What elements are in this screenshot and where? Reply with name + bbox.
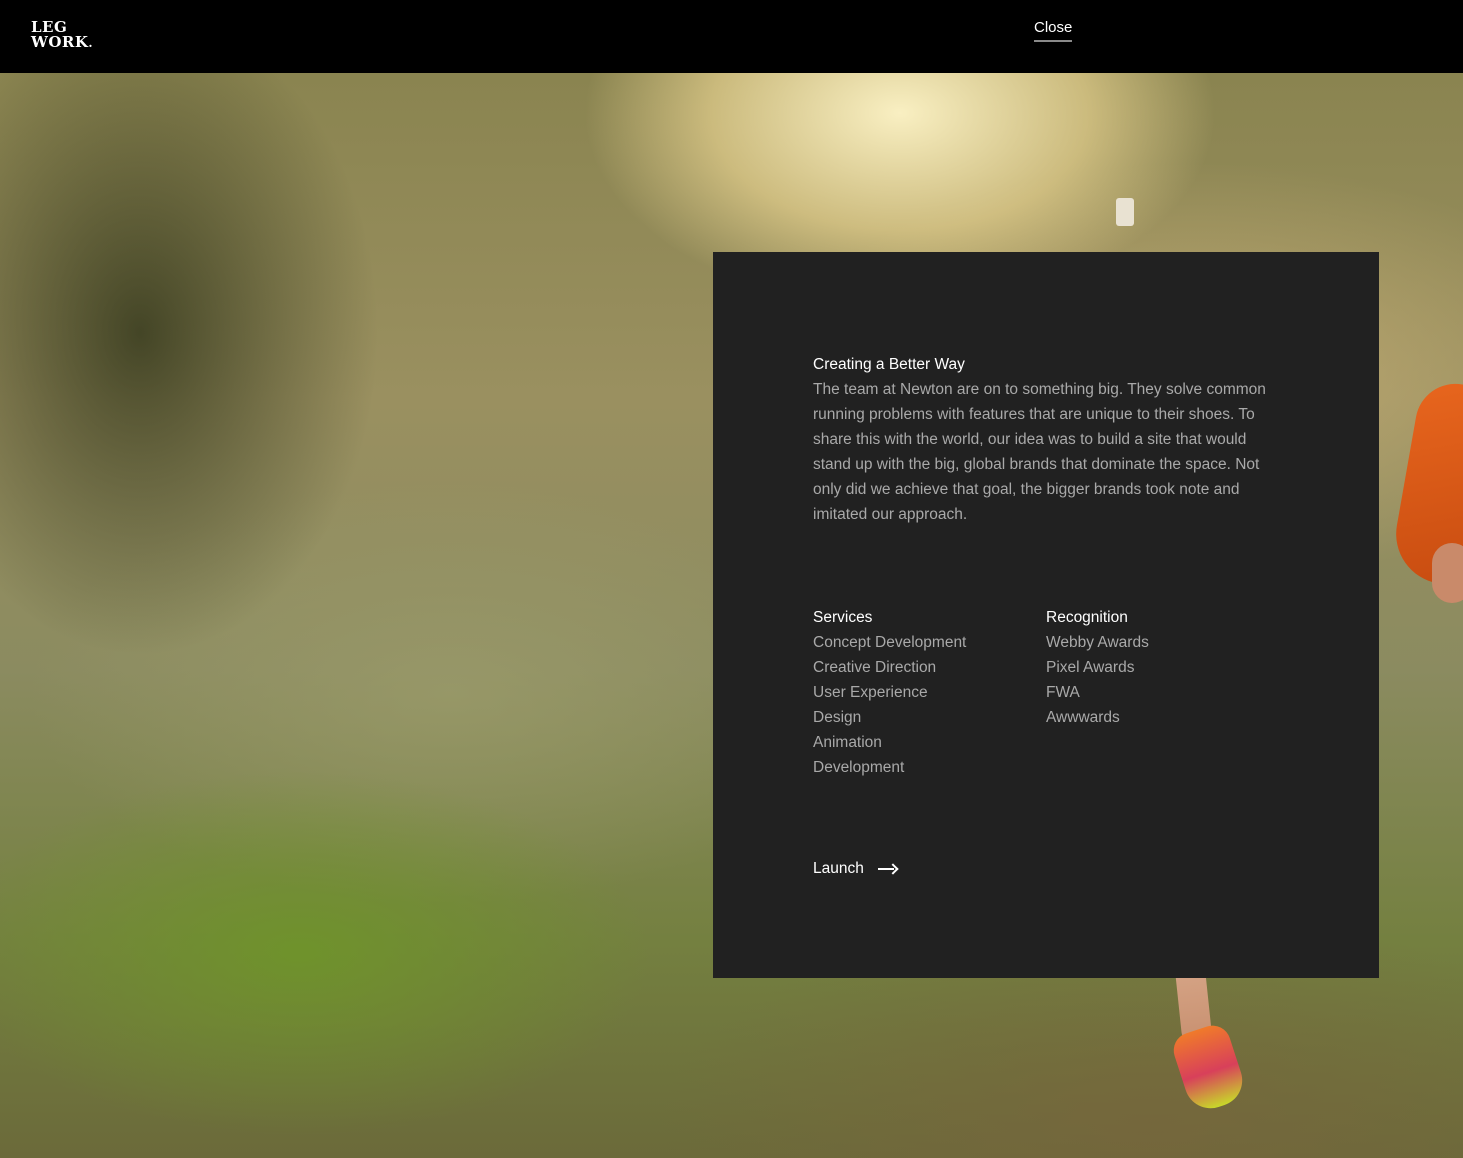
recognition-item: FWA (1046, 684, 1080, 701)
legwork-logo[interactable]: LEG WORK. (31, 20, 93, 51)
recognition-column: Recognition Webby Awards Pixel Awards FW… (1046, 605, 1149, 730)
launch-link[interactable]: Launch (813, 856, 898, 881)
logo-line-2-text: WORK (31, 33, 89, 51)
service-item: Animation (813, 734, 882, 751)
top-bar: LEG WORK. Close (0, 0, 1463, 73)
services-list: Concept Development Creative Direction U… (813, 630, 966, 780)
service-item: Development (813, 759, 905, 776)
runner-hand (1432, 543, 1463, 603)
logo-line-2: WORK. (31, 35, 93, 51)
service-item: Concept Development (813, 634, 967, 651)
trail-marker (1116, 198, 1134, 226)
runner-shoe (1169, 1020, 1249, 1116)
arrow-right-icon (877, 864, 898, 874)
service-item: Creative Direction (813, 659, 937, 676)
services-title: Services (813, 609, 873, 626)
services-column: Services Concept Development Creative Di… (813, 605, 966, 780)
recognition-list: Webby Awards Pixel Awards FWA Awwwards (1046, 630, 1149, 730)
project-description-block: Creating a Better Way The team at Newton… (813, 352, 1273, 527)
recognition-item: Webby Awards (1046, 634, 1149, 651)
logo-dot: . (88, 36, 94, 50)
service-item: User Experience (813, 684, 928, 701)
recognition-item: Awwwards (1046, 709, 1120, 726)
project-info-panel: Creating a Better Way The team at Newton… (713, 252, 1379, 978)
project-description: The team at Newton are on to something b… (813, 381, 1266, 523)
launch-label: Launch (813, 860, 864, 877)
recognition-title: Recognition (1046, 609, 1128, 626)
recognition-item: Pixel Awards (1046, 659, 1135, 676)
service-item: Design (813, 709, 862, 726)
close-button[interactable]: Close (1034, 19, 1073, 42)
project-heading: Creating a Better Way (813, 356, 965, 373)
